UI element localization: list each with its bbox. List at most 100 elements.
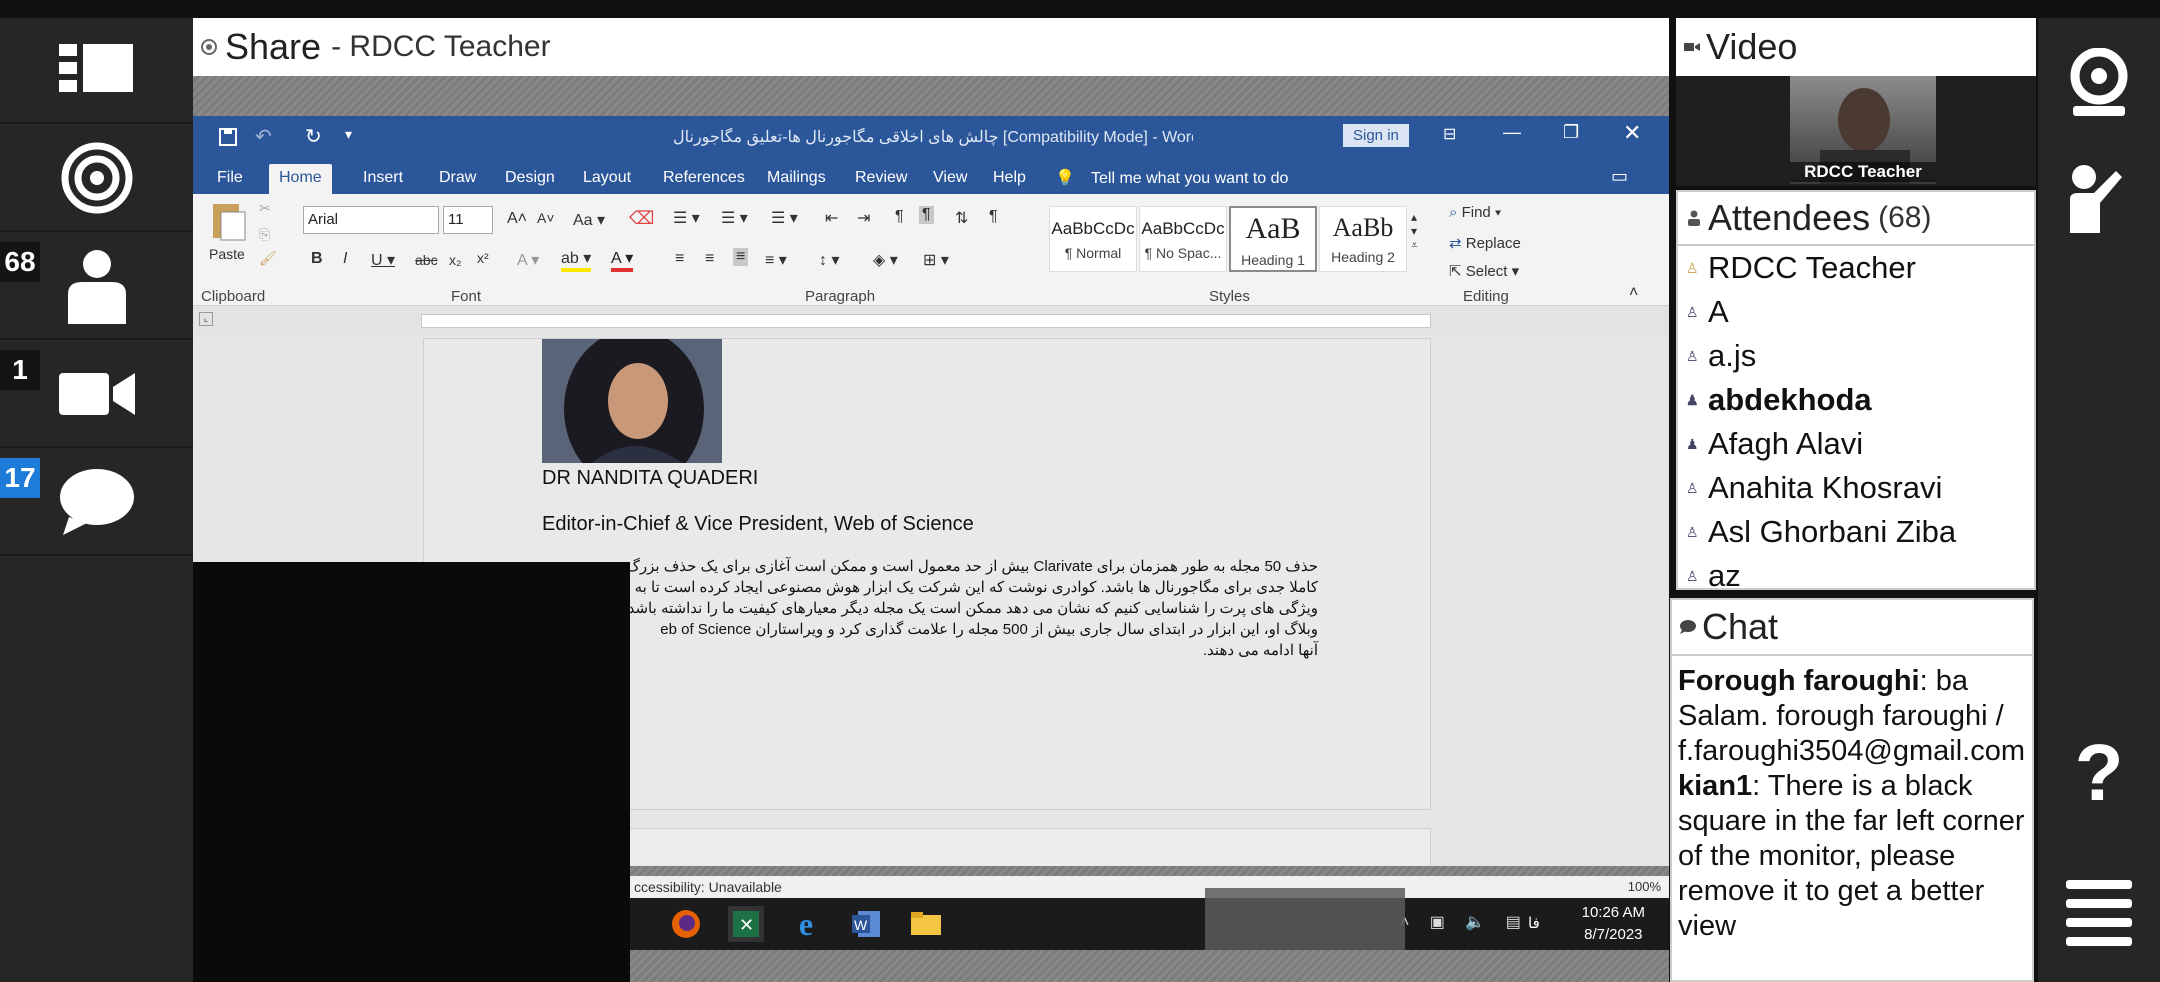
main-menu-button[interactable] — [2038, 858, 2160, 968]
underline-icon[interactable]: U ▾ — [371, 250, 395, 270]
tab-home[interactable]: Home — [269, 164, 332, 194]
tab-selector-icon[interactable]: ⌞ — [199, 312, 213, 326]
chat-toggle[interactable]: 17 — [0, 450, 193, 556]
attendees-toggle[interactable]: 68 — [0, 234, 193, 340]
attendee-row[interactable]: ♟ abdekhoda — [1678, 378, 2034, 422]
paste-icon[interactable] — [211, 200, 247, 242]
tab-design[interactable]: Design — [495, 164, 565, 194]
save-icon[interactable] — [219, 128, 237, 146]
format-painter-icon[interactable]: 🖌 — [259, 250, 277, 267]
tab-draw[interactable]: Draw — [429, 164, 486, 194]
undo-icon[interactable]: ↶ — [255, 124, 272, 149]
sign-in-button[interactable]: Sign in — [1343, 124, 1409, 147]
tab-mailings[interactable]: Mailings — [757, 164, 836, 194]
show-marks-icon[interactable]: ¶ — [989, 208, 998, 226]
font-name-select[interactable]: Arial — [303, 206, 439, 234]
help-icon: ? — [2074, 728, 2124, 817]
ruler-bar[interactable] — [421, 314, 1431, 328]
video-feed: RDCC Teacher — [1676, 76, 2036, 186]
attendee-row[interactable]: ♙ Anahita Khosravi — [1678, 466, 2034, 510]
italic-icon[interactable]: I — [343, 250, 347, 268]
multilevel-list-icon[interactable]: ☰ ▾ — [771, 208, 798, 228]
collapse-ribbon-icon[interactable]: ˄ — [1629, 284, 1638, 302]
tab-insert[interactable]: Insert — [353, 164, 413, 194]
grow-font-icon[interactable]: A˄ — [507, 210, 527, 228]
highlight-icon[interactable]: ab ▾ — [561, 248, 592, 272]
shrink-font-icon[interactable]: A˅ — [537, 210, 555, 226]
help-button[interactable]: ? — [2038, 718, 2160, 828]
align-center-icon[interactable]: ≡ — [705, 250, 714, 268]
tab-file[interactable]: File — [207, 164, 253, 194]
align-right-icon[interactable]: ≡ — [733, 248, 749, 266]
text-effects-icon[interactable]: A ▾ — [517, 250, 539, 270]
superscript-icon[interactable]: x² — [477, 250, 489, 266]
cut-icon[interactable]: ✂ — [259, 200, 271, 217]
webcam-button[interactable] — [2038, 28, 2160, 138]
rtl-icon[interactable]: ¶ — [919, 206, 934, 224]
raise-hand-button[interactable] — [2038, 140, 2160, 250]
select-button[interactable]: ⇱ Select ▾ — [1449, 262, 1519, 280]
attendee-row[interactable]: ♙ az — [1678, 554, 2034, 588]
attendee-row[interactable]: ♙ Asl Ghorbani Ziba — [1678, 510, 2034, 554]
system-tray-icons[interactable]: ˄ ▣ 🔈 ▤ — [1400, 912, 1529, 932]
font-color-icon[interactable]: A ▾ — [611, 248, 634, 272]
decrease-indent-icon[interactable]: ⇤ — [825, 208, 838, 228]
copy-icon[interactable]: ⎘ — [259, 226, 270, 243]
file-explorer-icon[interactable] — [908, 906, 944, 942]
tab-view[interactable]: View — [923, 164, 977, 194]
video-toggle[interactable]: 1 — [0, 342, 193, 448]
align-left-icon[interactable]: ≡ — [675, 250, 684, 268]
subscript-icon[interactable]: x₂ — [449, 252, 461, 268]
attendee-row[interactable]: ♙ a.js — [1678, 334, 2034, 378]
numbering-icon[interactable]: ☰ ▾ — [721, 208, 748, 228]
clear-formatting-icon[interactable]: ⌫ — [629, 208, 654, 229]
broadcast-button[interactable] — [0, 126, 193, 232]
excel-like-app-icon[interactable]: ✕ — [728, 906, 764, 942]
chat-messages[interactable]: Forough faroughi: ba Salam. forough faro… — [1672, 656, 2032, 952]
attendee-row[interactable]: ♙ RDCC Teacher — [1678, 246, 2034, 290]
tab-references[interactable]: References — [653, 164, 755, 194]
change-case-icon[interactable]: Aa ▾ — [573, 210, 605, 230]
taskbar-clock[interactable]: 10:26 AM 8/7/2023 — [1582, 902, 1645, 946]
layouts-button[interactable] — [0, 18, 193, 124]
borders-icon[interactable]: ⊞ ▾ — [923, 250, 949, 270]
paste-button[interactable]: Paste — [209, 246, 245, 262]
firefox-icon[interactable] — [668, 906, 704, 942]
bold-icon[interactable]: B — [311, 250, 323, 268]
minimize-icon[interactable]: — — [1503, 122, 1521, 143]
ribbon-display-icon[interactable]: ⊟ — [1443, 124, 1456, 144]
shading-icon[interactable]: ◈ ▾ — [873, 250, 898, 270]
language-indicator[interactable]: فا — [1528, 914, 1540, 932]
style-heading-2[interactable]: AaBb Heading 2 — [1319, 206, 1407, 272]
font-size-select[interactable]: 11 — [443, 206, 493, 234]
replace-button[interactable]: ⇄ Replace — [1449, 234, 1521, 252]
close-icon[interactable]: ✕ — [1623, 120, 1641, 146]
tab-review[interactable]: Review — [845, 164, 917, 194]
justify-icon[interactable]: ≡ ▾ — [765, 250, 787, 270]
edge-icon[interactable]: e — [788, 906, 824, 942]
style-no-spacing[interactable]: AaBbCcDc ¶ No Spac... — [1139, 206, 1227, 272]
maximize-icon[interactable]: ❐ — [1563, 122, 1579, 143]
participant-icon: ♙ — [1686, 303, 1699, 320]
strikethrough-icon[interactable]: abc — [415, 252, 438, 268]
bullets-icon[interactable]: ☰ ▾ — [673, 208, 700, 228]
attendees-list[interactable]: ♙ RDCC Teacher ♙ A ♙ a.js ♟ abdekhoda ♟ Afagh… — [1678, 246, 2034, 588]
find-button[interactable]: ⌕ Find ▾ — [1449, 204, 1501, 221]
sort-icon[interactable]: ⇅ — [955, 208, 968, 228]
styles-more-icon[interactable]: ▴ ▾ ⩡ — [1411, 210, 1418, 253]
tab-layout[interactable]: Layout — [573, 164, 641, 194]
attendee-row[interactable]: ♙ A — [1678, 290, 2034, 334]
line-spacing-icon[interactable]: ↕ ▾ — [819, 250, 839, 270]
style-heading-1[interactable]: AaB Heading 1 — [1229, 206, 1317, 272]
redo-icon[interactable]: ↻ — [305, 124, 322, 149]
zoom-level[interactable]: 100% — [1628, 876, 1661, 898]
word-taskbar-icon[interactable]: W — [848, 906, 884, 942]
increase-indent-icon[interactable]: ⇥ — [857, 208, 870, 228]
attendee-row[interactable]: ♟ Afagh Alavi — [1678, 422, 2034, 466]
tell-me-box[interactable]: Tell me what you want to do — [1091, 170, 1288, 188]
style-normal[interactable]: AaBbCcDc ¶ Normal — [1049, 206, 1137, 272]
quick-access-more-icon[interactable]: ▾ — [345, 126, 352, 143]
ltr-icon[interactable]: ¶ — [895, 208, 904, 226]
comments-icon[interactable]: ▭ — [1611, 166, 1628, 187]
tab-help[interactable]: Help — [983, 164, 1036, 194]
